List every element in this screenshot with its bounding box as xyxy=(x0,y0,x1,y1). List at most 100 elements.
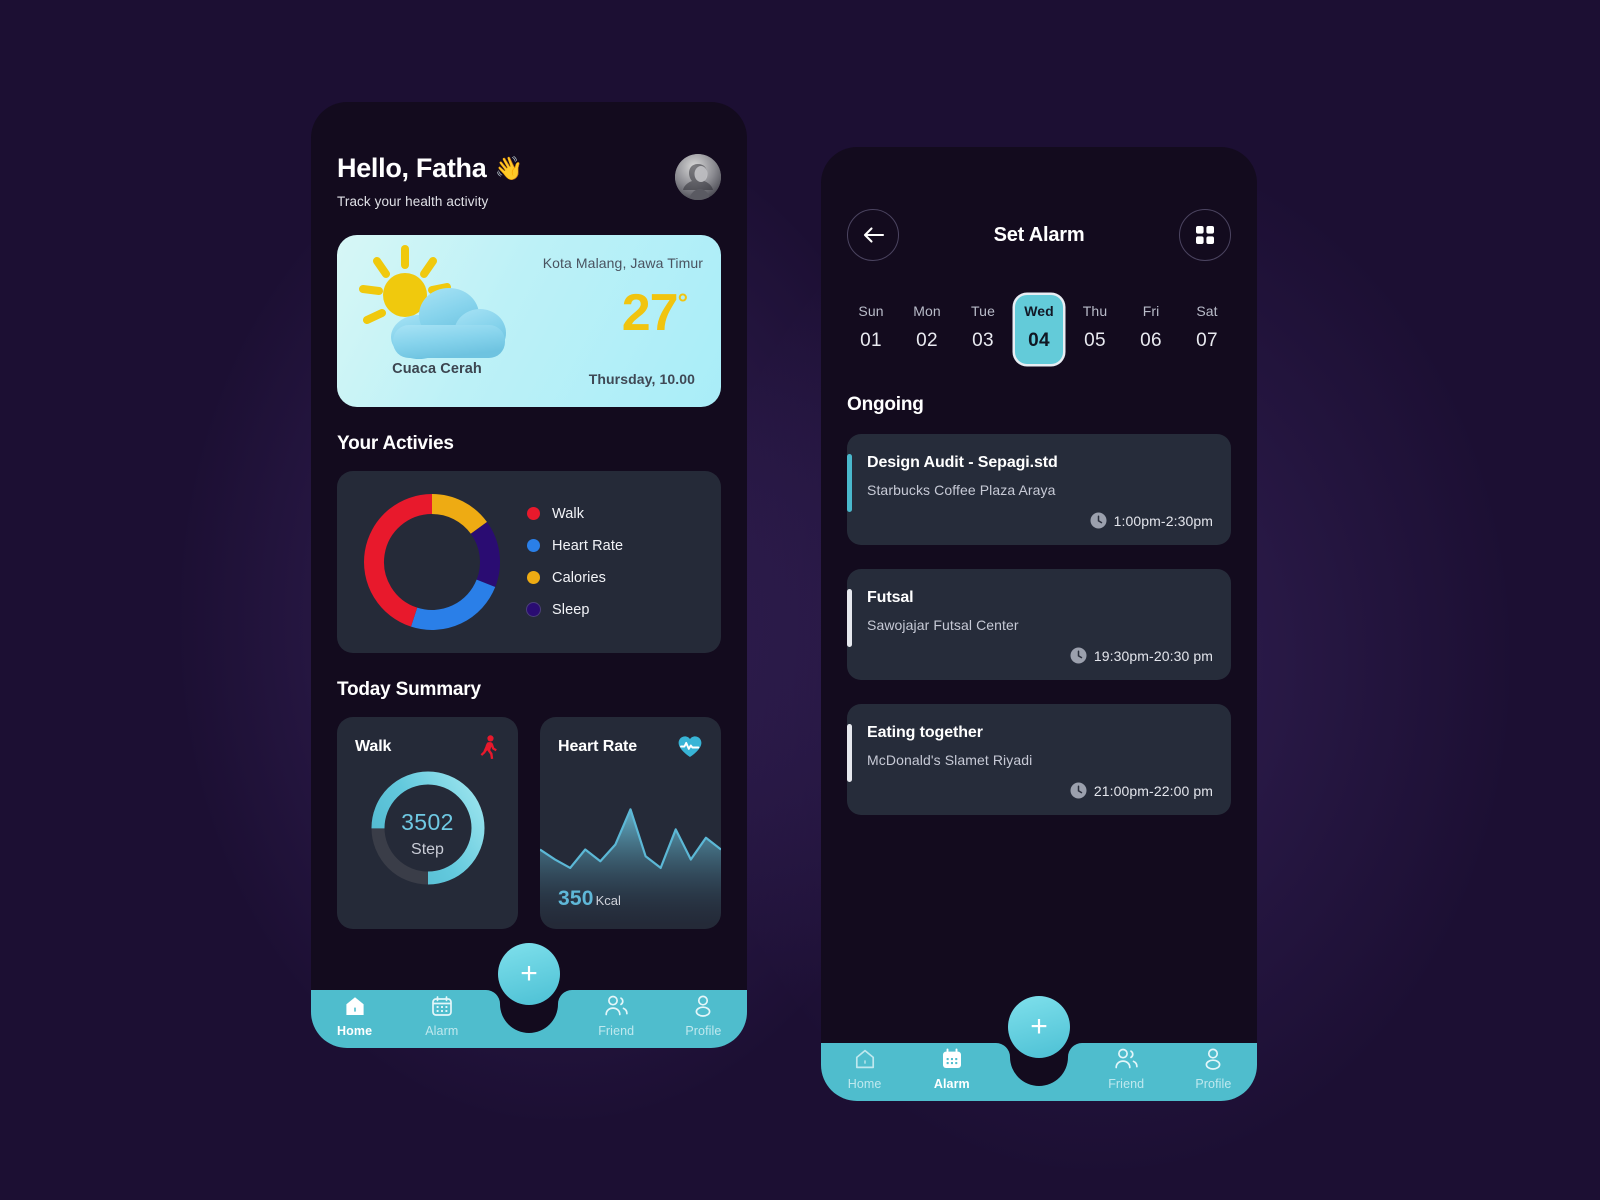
day-selector[interactable]: Sun 01 Mon 02 Tue 03 Wed 04 Thu 05 Fri 06 Sat 07 xyxy=(847,295,1231,364)
day-name: Wed xyxy=(1024,303,1054,319)
day-option-mon[interactable]: Mon 02 xyxy=(903,295,951,364)
day-name: Fri xyxy=(1142,303,1160,319)
heart-rate-value-row: 350 Kcal xyxy=(558,887,621,911)
phone-home-screen: Hello, Fatha 👋 Track your health activit… xyxy=(311,102,747,1048)
weather-condition: Cuaca Cerah xyxy=(392,360,482,377)
nav-item-alarm[interactable]: Alarm xyxy=(908,1047,995,1091)
heart-rate-value: 350 xyxy=(558,886,594,910)
nav-item-profile[interactable]: Profile xyxy=(660,994,747,1038)
day-number: 07 xyxy=(1196,330,1218,351)
heart-card-header: Heart Rate xyxy=(540,717,721,759)
donut-slice-calories xyxy=(431,493,488,534)
grid-menu-button[interactable] xyxy=(1178,209,1231,261)
activities-legend: Walk Heart Rate Calories Sleep xyxy=(527,506,623,618)
degree-symbol: ° xyxy=(677,287,688,318)
legend-color-dot-calories xyxy=(527,571,540,585)
day-option-thu[interactable]: Thu 05 xyxy=(1071,295,1119,364)
walk-card-header: Walk xyxy=(337,717,518,759)
nav-label-home: Home xyxy=(847,1077,882,1091)
greeting-subtitle: Track your health activity xyxy=(337,193,489,209)
walk-card-label: Walk xyxy=(355,737,392,755)
day-option-sun[interactable]: Sun 01 xyxy=(847,295,895,364)
event-card[interactable]: Futsal Sawojajar Futsal Center 19:30pm-20:… xyxy=(847,569,1231,680)
nav-item-profile[interactable]: Profile xyxy=(1170,1047,1257,1091)
event-time: 19:30pm-20:30 pm xyxy=(1093,647,1213,664)
ongoing-events-list: Design Audit - Sepagi.std Starbucks Coffe… xyxy=(847,434,1231,815)
event-time-row: 1:00pm-2:30pm xyxy=(867,512,1213,529)
event-place: McDonald's Slamet Riyadi xyxy=(867,752,1033,768)
nav-label-profile: Profile xyxy=(1195,1077,1232,1091)
day-name: Sun xyxy=(858,303,884,319)
weather-datetime: Thursday, 10.00 xyxy=(588,370,695,387)
nav-item-home[interactable]: Home xyxy=(821,1047,908,1091)
donut-chart-svg xyxy=(364,493,500,630)
nav-item-friend[interactable]: Friend xyxy=(1083,1047,1170,1091)
add-button[interactable]: + xyxy=(498,943,560,1005)
event-name: Futsal xyxy=(867,589,914,606)
legend-color-dot-sleep xyxy=(527,603,540,617)
waving-hand-icon: 👋 xyxy=(494,155,523,182)
event-accent-bar xyxy=(847,454,852,512)
activities-card: Walk Heart Rate Calories Sleep xyxy=(337,470,721,653)
avatar-portrait-icon xyxy=(675,154,721,200)
event-time-row: 19:30pm-20:30 pm xyxy=(867,647,1213,664)
event-card[interactable]: Eating together McDonald's Slamet Riyadi 2… xyxy=(847,704,1231,815)
day-option-wed[interactable]: Wed 04 xyxy=(1015,295,1063,364)
walking-person-icon xyxy=(480,734,497,759)
alarm-header: Set Alarm xyxy=(847,209,1231,261)
nav-item-friend[interactable]: Friend xyxy=(573,994,660,1038)
calendar-icon xyxy=(431,996,452,1016)
ongoing-section-title: Ongoing xyxy=(847,394,924,415)
day-name: Tue xyxy=(971,303,995,319)
clock-icon xyxy=(1070,647,1087,664)
friends-icon xyxy=(605,995,628,1016)
donut-slice-heart-rate xyxy=(410,578,496,630)
nav-item-alarm[interactable]: Alarm xyxy=(398,994,485,1038)
day-option-sat[interactable]: Sat 07 xyxy=(1183,295,1231,364)
event-card[interactable]: Design Audit - Sepagi.std Starbucks Coffe… xyxy=(847,434,1231,545)
alarm-content: Set Alarm Sun 01 Mon 02 Tue 03 Wed 04 Thu 05 Fri 06… xyxy=(821,147,1257,815)
weather-location: Kota Malang, Jawa Timur xyxy=(542,254,703,271)
friends-icon xyxy=(1115,1048,1138,1069)
summary-section-title: Today Summary xyxy=(337,678,481,700)
plus-icon: + xyxy=(1030,1010,1048,1043)
home-content: Hello, Fatha 👋 Track your health activit… xyxy=(311,102,747,929)
event-time-row: 21:00pm-22:00 pm xyxy=(867,782,1213,799)
day-number: 03 xyxy=(972,330,994,351)
day-number: 02 xyxy=(916,330,938,351)
back-button[interactable] xyxy=(847,209,899,261)
bottom-nav-alarm: Home Alarm Friend Profile + xyxy=(821,996,1257,1101)
day-name: Mon xyxy=(913,303,941,319)
day-option-tue[interactable]: Tue 03 xyxy=(959,295,1007,364)
page-title: Hello, Fatha 👋 xyxy=(337,153,523,184)
day-name: Sat xyxy=(1196,303,1218,319)
event-place: Starbucks Coffee Plaza Araya xyxy=(867,482,1056,498)
arrow-left-icon xyxy=(863,227,884,243)
day-number: 01 xyxy=(860,330,882,351)
sun-cloud-icon xyxy=(359,244,506,359)
person-icon xyxy=(695,995,711,1017)
nav-label-profile: Profile xyxy=(685,1024,722,1038)
activities-donut-chart xyxy=(337,488,527,636)
weather-card[interactable]: Cuaca Cerah Kota Malang, Jawa Timur 27° … xyxy=(337,234,721,407)
legend-label-calories: Calories xyxy=(552,569,606,586)
event-time: 21:00pm-22:00 pm xyxy=(1093,782,1213,799)
legend-item: Calories xyxy=(527,570,623,586)
grid-menu-icon xyxy=(1195,226,1214,244)
legend-item: Walk xyxy=(527,506,623,522)
day-number: 06 xyxy=(1140,330,1162,351)
summary-cards-row: Walk 3502 Step Heart Rate 350 Kcal xyxy=(337,716,721,929)
activities-section-title: Your Activies xyxy=(337,432,454,454)
event-time: 1:00pm-2:30pm xyxy=(1113,512,1213,529)
heart-rate-summary-card[interactable]: Heart Rate 350 Kcal xyxy=(540,716,721,929)
nav-label-alarm: Alarm xyxy=(933,1077,970,1091)
add-button[interactable]: + xyxy=(1008,996,1070,1058)
day-option-fri[interactable]: Fri 06 xyxy=(1127,295,1175,364)
heart-card-label: Heart Rate xyxy=(558,737,638,755)
nav-item-home[interactable]: Home xyxy=(311,994,398,1038)
avatar[interactable] xyxy=(675,154,721,200)
event-name: Eating together xyxy=(867,724,983,741)
greeting-block: Hello, Fatha 👋 Track your health activit… xyxy=(337,153,523,209)
legend-color-dot-heart-rate xyxy=(527,539,540,553)
walk-summary-card[interactable]: Walk 3502 Step xyxy=(337,716,518,929)
